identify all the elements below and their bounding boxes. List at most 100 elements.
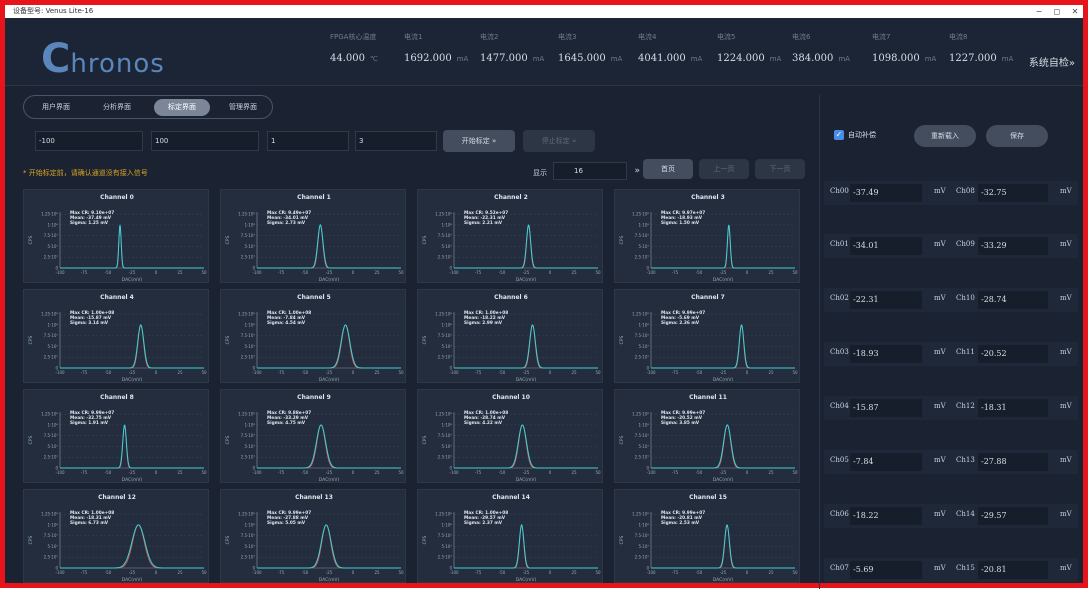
channel-offset-input[interactable]: -29.57 (978, 507, 1048, 525)
y-tick-label: 2.5·10⁷ (44, 455, 59, 460)
maximize-button[interactable]: ◻ (1049, 5, 1065, 18)
metric-7: 电流7 1098.000 mA (872, 32, 936, 64)
channel-offset-input[interactable]: -18.31 (978, 399, 1048, 417)
channel-offset-input[interactable]: -15.87 (850, 399, 922, 417)
start-calibration-button[interactable]: 开始标定 » (443, 130, 515, 152)
channel-offset-input[interactable]: -34.01 (850, 237, 922, 255)
x-tick-label: -25 (326, 570, 333, 575)
save-button[interactable]: 保存 (986, 125, 1048, 147)
x-tick-label: 50 (792, 270, 798, 275)
channel-name: Ch06 (830, 510, 849, 518)
metric-5: 电流5 1224.000 mA (717, 32, 781, 64)
x-tick-label: -100 (646, 470, 656, 475)
x-tick-label: -100 (449, 470, 459, 475)
step-input[interactable]: 1 (267, 131, 349, 151)
x-tick-label: -75 (672, 470, 679, 475)
metric-value-row: 1645.000 mA (558, 53, 622, 64)
next-page-button[interactable]: 下一页 (755, 159, 805, 179)
close-button[interactable]: ✕ (1067, 5, 1083, 18)
tab-calibration[interactable]: 标定界面 (154, 99, 210, 116)
y-tick-label: 1·10⁸ (244, 222, 255, 227)
channel-offset-input[interactable]: -18.93 (850, 345, 922, 363)
y-tick-label: 2.5·10⁷ (241, 255, 256, 260)
y-tick-label: 5·10⁷ (47, 444, 58, 449)
x-tick-label: -100 (55, 470, 65, 475)
y-tick-label: 1·10⁸ (441, 422, 452, 427)
y-tick-label: 1.25·10⁸ (238, 512, 255, 517)
chart-stat: Sigma: 5.05 mV (267, 520, 306, 526)
channel-offset-input[interactable]: -18.22 (850, 507, 922, 525)
tab-analysis[interactable]: 分析界面 (90, 99, 144, 116)
x-tick-label: 50 (792, 570, 798, 575)
auto-compensation-checkbox[interactable]: ✓ 自动补偿 (834, 130, 876, 140)
metric-label: 电流7 (872, 33, 891, 41)
reload-button[interactable]: 重新载入 (914, 125, 976, 147)
tab-admin[interactable]: 管理界面 (216, 99, 270, 116)
channel-offset-input[interactable]: -22.31 (850, 291, 922, 309)
y-axis-label: CPS (422, 236, 428, 245)
tab-user[interactable]: 用户界面 (30, 99, 82, 116)
y-tick-label: 1.25·10⁸ (238, 412, 255, 417)
channel-unit: mV (934, 510, 946, 518)
y-tick-label: 5·10⁷ (47, 344, 58, 349)
metric-8: 电流8 1227.000 mA (949, 32, 1013, 64)
channel-offset-input[interactable]: -27.88 (978, 453, 1048, 471)
self-check-button[interactable]: 系统自检» (1029, 54, 1075, 69)
x-tick-label: -50 (696, 370, 703, 375)
x-tick-label: -75 (475, 470, 482, 475)
chart-title: Channel 4 (100, 294, 134, 301)
channel-chart: Channel 15 1.25·10⁸ 1·10⁸ 7.5·10⁷ 5·10⁷ 2.5·1… (614, 489, 800, 583)
x-tick-label: -75 (81, 570, 88, 575)
channel-offset-input[interactable]: -20.81 (978, 561, 1048, 579)
stop-calibration-button[interactable]: 停止标定 » (523, 130, 595, 152)
x-tick-label: -75 (475, 570, 482, 575)
channel-chart-svg: Channel 15 1.25·10⁸ 1·10⁸ 7.5·10⁷ 5·10⁷ 2.5·1… (619, 494, 798, 583)
y-tick-label: 2.5·10⁷ (635, 555, 650, 560)
x-tick-label: -50 (302, 470, 309, 475)
channel-chart: Channel 8 1.25·10⁸ 1·10⁸ 7.5·10⁷ 5·10⁷ 2.5·10… (23, 389, 209, 483)
y-tick-label: 7.5·10⁷ (635, 433, 650, 438)
y-axis-label: CPS (422, 336, 428, 345)
channel-unit: mV (1060, 294, 1072, 302)
start-voltage-input[interactable]: -100 (35, 131, 143, 151)
x-tick-label: 50 (398, 570, 404, 575)
x-tick-label: -75 (672, 570, 679, 575)
x-tick-label: -75 (278, 470, 285, 475)
y-axis-label: CPS (619, 436, 625, 445)
x-tick-label: -50 (499, 470, 506, 475)
metric-unit: mA (1001, 55, 1014, 63)
channel-offset-input[interactable]: -37.49 (850, 184, 922, 202)
metric-value: 1224.000 (717, 53, 765, 64)
channel-offset-input[interactable]: -20.52 (978, 345, 1048, 363)
channel-unit: mV (1060, 564, 1072, 572)
chart-title: Channel 14 (492, 494, 530, 501)
y-tick-label: 1·10⁸ (638, 322, 649, 327)
prev-page-button[interactable]: 上一页 (699, 159, 749, 179)
x-tick-label: -75 (672, 370, 679, 375)
minimize-button[interactable]: − (1031, 5, 1047, 18)
repeat-input[interactable]: 3 (355, 131, 437, 151)
y-tick-label: 1·10⁸ (638, 222, 649, 227)
chevron-down-icon: » (634, 166, 640, 176)
logo-initial: C (41, 36, 71, 82)
channel-chart-svg: Channel 11 1.25·10⁸ 1·10⁸ 7.5·10⁷ 5·10⁷ 2.5·1… (619, 394, 798, 483)
x-tick-label: 0 (352, 570, 355, 575)
x-tick-label: 50 (595, 370, 601, 375)
x-tick-label: 50 (792, 470, 798, 475)
y-axis-label: CPS (422, 536, 428, 545)
y-tick-label: 5·10⁷ (638, 544, 649, 549)
channel-offset-input[interactable]: -7.84 (850, 453, 922, 471)
x-tick-label: -25 (720, 470, 727, 475)
end-voltage-input[interactable]: 100 (151, 131, 259, 151)
y-tick-label: 7.5·10⁷ (438, 233, 453, 238)
first-page-button[interactable]: 首页 (643, 159, 693, 179)
channel-unit: mV (934, 564, 946, 572)
chart-stat: Sigma: 4.54 mV (267, 320, 306, 326)
x-tick-label: 25 (571, 470, 577, 475)
channel-offset-input[interactable]: -5.69 (850, 561, 922, 579)
channel-offset-input[interactable]: -28.74 (978, 291, 1048, 309)
channel-offset-input[interactable]: -32.75 (978, 184, 1048, 202)
channel-offset-input[interactable]: -33.29 (978, 237, 1048, 255)
metric-unit: mA (690, 55, 703, 63)
per-page-select[interactable]: 16 » (553, 162, 640, 180)
